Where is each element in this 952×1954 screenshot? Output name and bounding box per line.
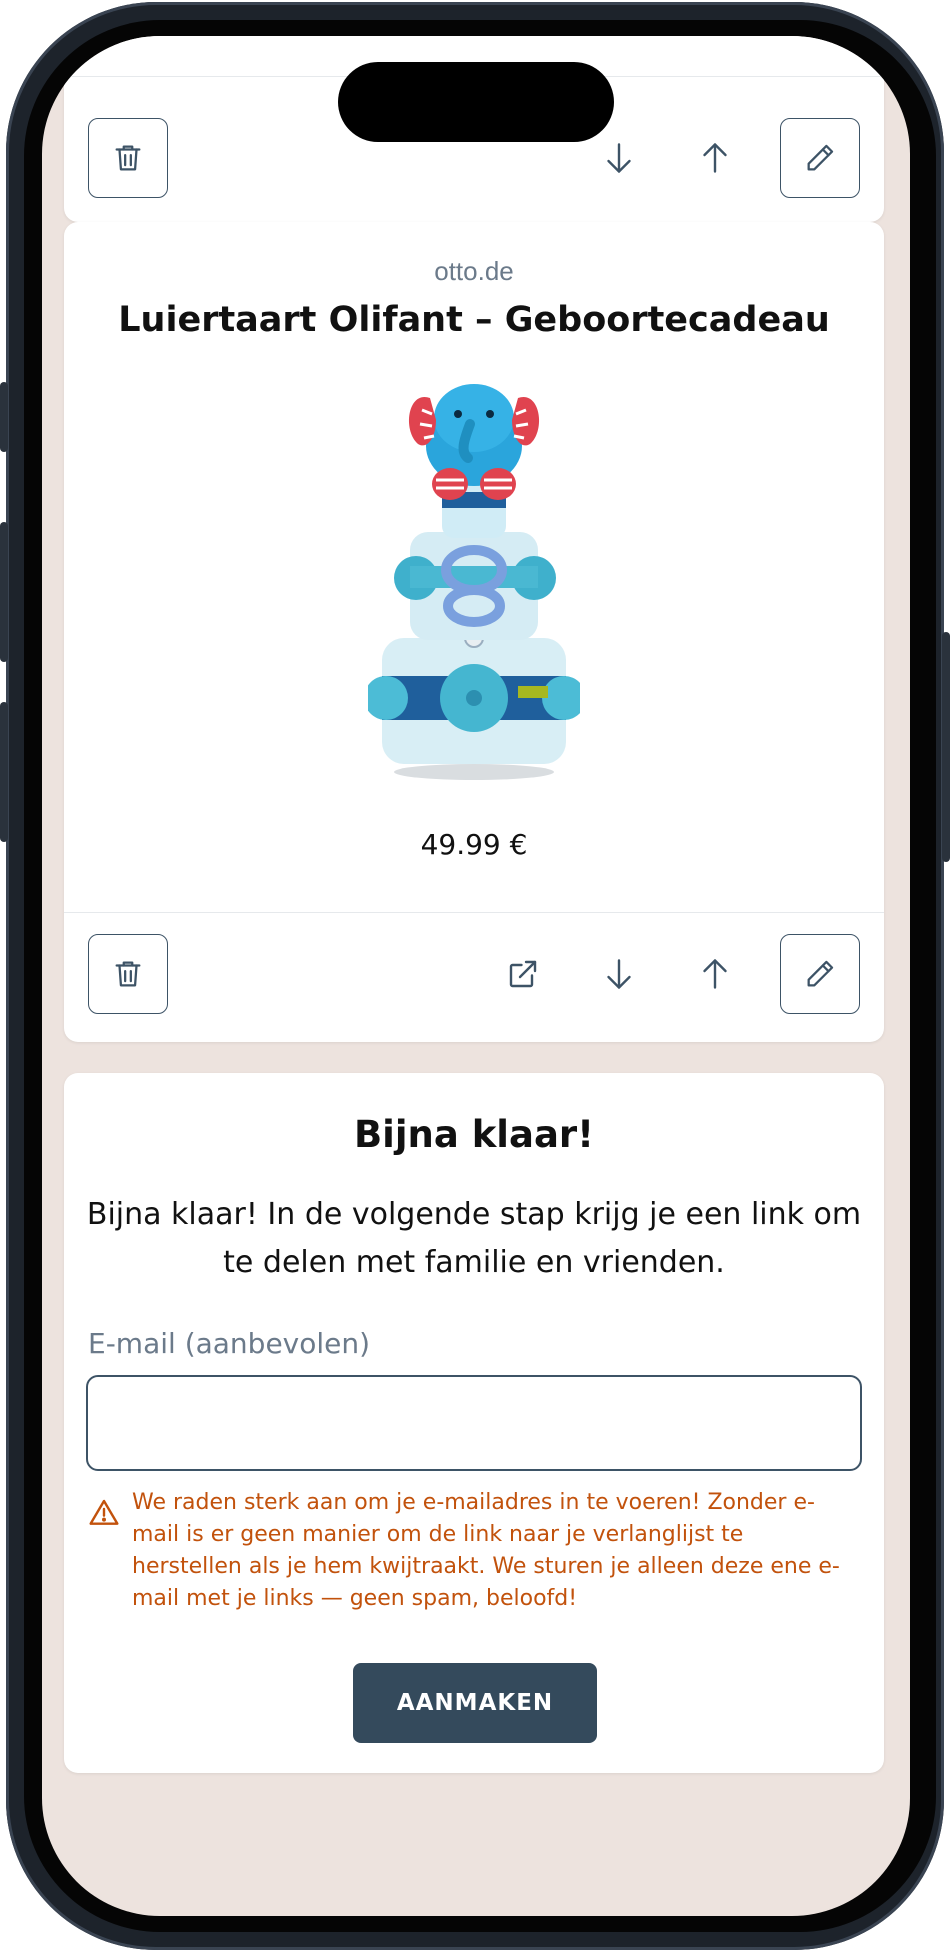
arrow-down-icon bbox=[607, 143, 631, 173]
move-down-button[interactable] bbox=[594, 133, 644, 183]
dynamic-island bbox=[338, 62, 614, 142]
volume-up-button bbox=[0, 522, 8, 662]
delete-button[interactable] bbox=[88, 118, 168, 198]
finish-card: Bijna klaar! Bijna klaar! In de volgende… bbox=[64, 1073, 884, 1773]
pencil-icon bbox=[807, 144, 834, 171]
product-title[interactable]: Luiertaart Olifant – Geboortecadeau bbox=[64, 300, 884, 340]
external-link-icon bbox=[509, 960, 537, 988]
arrow-up-icon bbox=[703, 959, 727, 989]
delete-button[interactable] bbox=[88, 934, 168, 1014]
trash-icon bbox=[115, 145, 141, 171]
pencil-icon bbox=[807, 960, 834, 987]
trash-icon bbox=[115, 961, 141, 987]
move-up-button[interactable] bbox=[690, 133, 740, 183]
create-button[interactable]: AANMAKEN bbox=[353, 1663, 597, 1743]
action-button bbox=[0, 382, 8, 452]
product-image[interactable] bbox=[368, 380, 580, 784]
email-warning-text: We raden sterk aan om je e-mailadres in … bbox=[132, 1490, 840, 1611]
screen: otto.de Luiertaart Olifant – Geboortecad… bbox=[42, 36, 910, 1916]
arrow-up-icon bbox=[703, 143, 727, 173]
wishlist-item-card: otto.de Luiertaart Olifant – Geboortecad… bbox=[64, 222, 884, 1042]
arrow-down-icon bbox=[607, 959, 631, 989]
power-button bbox=[942, 632, 950, 862]
product-price: 49.99 € bbox=[420, 828, 528, 861]
finish-heading: Bijna klaar! bbox=[353, 1113, 595, 1156]
move-up-button[interactable] bbox=[690, 949, 740, 999]
email-label: E-mail (aanbevolen) bbox=[88, 1327, 371, 1360]
edit-button[interactable] bbox=[780, 934, 860, 1014]
card-divider bbox=[64, 912, 884, 913]
finish-description: Bijna klaar! In de volgende stap krijg j… bbox=[86, 1197, 862, 1280]
volume-down-button bbox=[0, 702, 8, 842]
move-down-button[interactable] bbox=[594, 949, 644, 999]
warning-icon bbox=[89, 1499, 119, 1525]
product-source-domain: otto.de bbox=[434, 256, 514, 286]
open-link-button[interactable] bbox=[498, 949, 548, 999]
email-field[interactable] bbox=[86, 1375, 862, 1471]
edit-button[interactable] bbox=[780, 118, 860, 198]
